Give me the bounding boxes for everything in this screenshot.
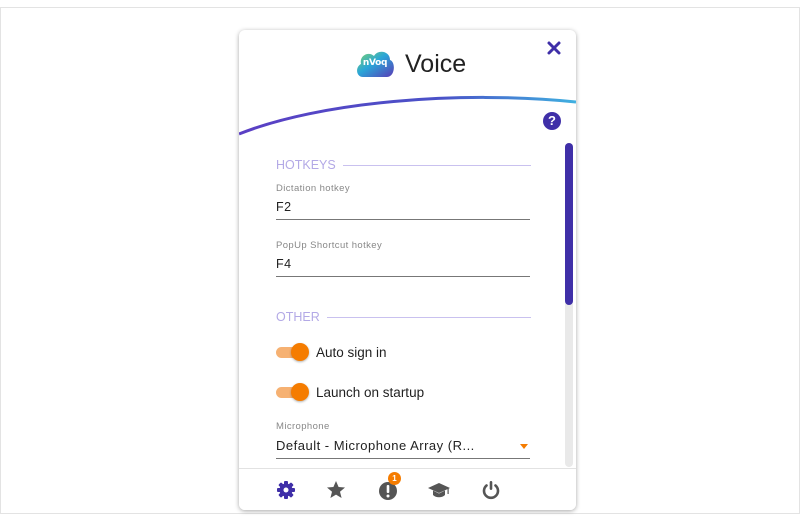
help-button[interactable]: ? — [543, 112, 561, 130]
favorites-nav-button[interactable] — [324, 478, 348, 502]
popup-hotkey-label: PopUp Shortcut hotkey — [276, 240, 383, 251]
other-section-title: OTHER — [276, 310, 320, 324]
settings-nav-button[interactable] — [274, 478, 298, 502]
bottom-nav: 1 — [239, 468, 576, 510]
voice-panel: nVoq Voice ? HOTKEYS Dictation hotkey F2… — [239, 30, 576, 510]
logo-text: nVoq — [362, 58, 388, 68]
app-title: Voice — [405, 50, 467, 78]
close-button[interactable] — [544, 38, 564, 58]
launch-on-startup-row[interactable]: Launch on startup — [276, 383, 424, 401]
power-icon — [482, 481, 500, 500]
section-divider — [326, 316, 531, 318]
star-icon — [327, 481, 345, 498]
panel-header: nVoq Voice ? — [239, 30, 576, 160]
close-icon — [547, 41, 561, 55]
power-nav-button[interactable] — [479, 478, 503, 502]
launch-on-startup-toggle[interactable] — [276, 383, 309, 401]
microphone-select[interactable]: Default - Microphone Array (R... — [276, 436, 530, 459]
settings-content: HOTKEYS Dictation hotkey F2 PopUp Shortc… — [239, 148, 576, 468]
auto-sign-in-label: Auto sign in — [316, 344, 387, 360]
notification-badge: 1 — [388, 472, 401, 485]
dictation-hotkey-field[interactable]: F2 — [276, 197, 530, 220]
microphone-selected-value: Default - Microphone Array (R... — [276, 438, 475, 453]
scrollbar-thumb[interactable] — [565, 143, 573, 305]
chevron-down-icon — [520, 444, 528, 449]
scrollbar[interactable] — [565, 143, 573, 467]
launch-on-startup-label: Launch on startup — [316, 384, 425, 400]
graduation-cap-icon — [428, 483, 450, 498]
auto-sign-in-toggle[interactable] — [276, 343, 309, 361]
window-frame: nVoq Voice ? HOTKEYS Dictation hotkey F2… — [0, 7, 800, 514]
popup-hotkey-field[interactable]: F4 — [276, 254, 530, 277]
microphone-label: Microphone — [276, 421, 330, 432]
hotkeys-section-header: HOTKEYS — [276, 158, 531, 172]
dictation-hotkey-label: Dictation hotkey — [276, 183, 350, 194]
auto-sign-in-row[interactable]: Auto sign in — [276, 343, 387, 361]
section-divider — [342, 164, 531, 166]
alerts-nav-button[interactable]: 1 — [376, 472, 401, 502]
header-swoosh — [239, 95, 576, 136]
other-section-header: OTHER — [276, 310, 531, 324]
gear-icon — [277, 481, 295, 499]
nvoq-logo: nVoq — [355, 47, 395, 83]
training-nav-button[interactable] — [427, 478, 451, 502]
hotkeys-section-title: HOTKEYS — [276, 158, 336, 172]
